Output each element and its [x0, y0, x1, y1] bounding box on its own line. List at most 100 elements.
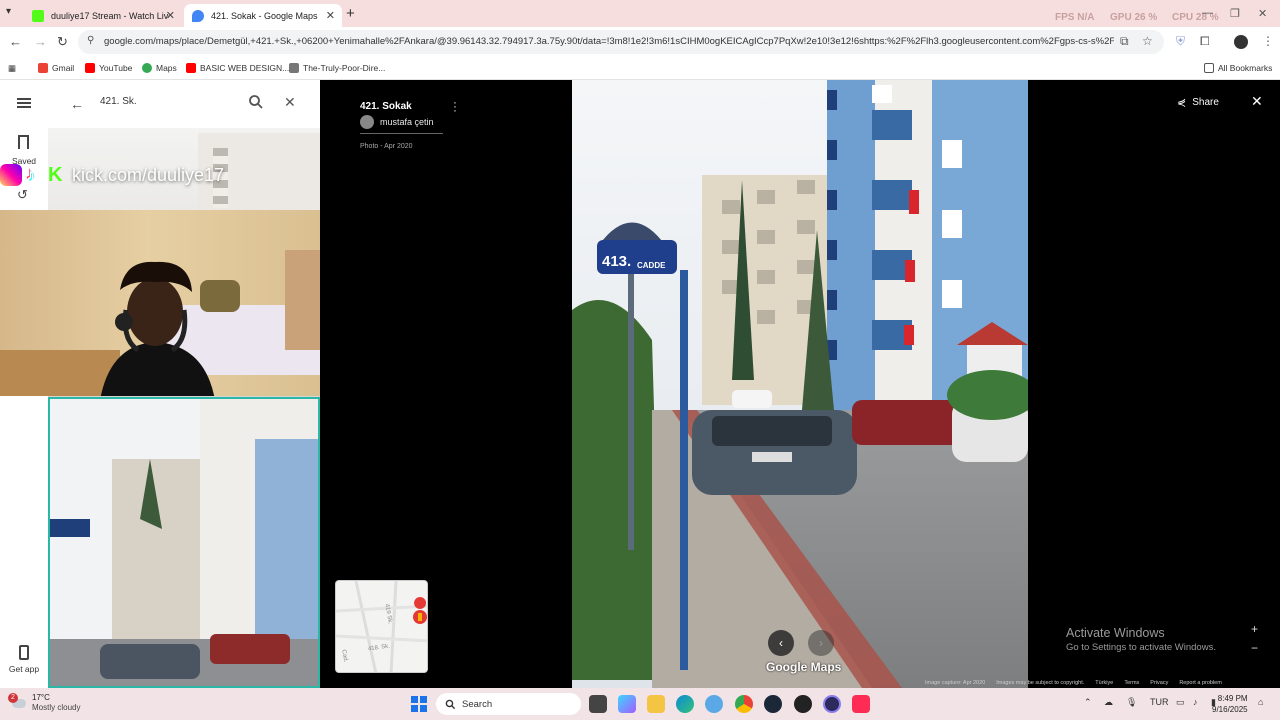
folder-page-icon: [289, 63, 299, 73]
search-icon[interactable]: [248, 94, 264, 110]
system-clock[interactable]: 8:49 PM 9/16/2025: [1212, 693, 1248, 715]
viewer-footer: Image capture: Apr 2020 Images may be su…: [925, 680, 1222, 686]
chrome-icon[interactable]: [735, 695, 753, 713]
menu-hamburger-icon[interactable]: [17, 98, 31, 108]
search-icon: [445, 699, 456, 709]
selected-photo-thumbnail[interactable]: [48, 397, 320, 688]
tab-kick-stream[interactable]: duuliye17 Stream - Watch Live ✕: [24, 4, 182, 27]
notifications-icon[interactable]: ⌂: [1258, 697, 1263, 707]
install-app-icon[interactable]: ⧉: [1120, 34, 1129, 49]
tiktok-app-icon[interactable]: [852, 695, 870, 713]
address-bar[interactable]: ⚲ google.com/maps/place/Demetgül,+421.+S…: [78, 30, 1164, 54]
weather-temp: 17°C: [32, 693, 50, 702]
weather-widget[interactable]: 2 17°C Mostly cloudy: [8, 693, 80, 713]
discord-icon[interactable]: [823, 695, 841, 713]
photo-nav: ‹ ›: [768, 630, 834, 656]
back-arrow-icon[interactable]: ←: [70, 96, 84, 112]
photo-author[interactable]: mustafa çetin: [360, 115, 434, 129]
zoom-controls: + −: [1251, 620, 1258, 658]
apps-grid-icon[interactable]: ▦: [8, 63, 16, 74]
language-indicator[interactable]: TUR: [1150, 697, 1169, 707]
share-button[interactable]: ⋞ Share: [1177, 96, 1219, 109]
restore-icon[interactable]: ❐: [1230, 7, 1240, 20]
windows-start-icon[interactable]: [411, 696, 427, 712]
network-app-icon[interactable]: [705, 695, 723, 713]
close-viewer-icon[interactable]: ✕: [1251, 93, 1263, 110]
bookmark-youtube[interactable]: YouTube: [85, 63, 132, 73]
bookmark-label: YouTube: [99, 63, 133, 73]
taskbar-search-placeholder: Search: [462, 698, 493, 710]
microphone-icon[interactable]: 🎙: [1126, 697, 1137, 708]
tray-overflow-icon[interactable]: ⌃: [1084, 697, 1092, 708]
footer-report-link[interactable]: Report a problem: [1179, 680, 1222, 686]
tab-search-icon[interactable]: ▾: [6, 6, 11, 17]
all-bookmarks[interactable]: All Bookmarks: [1204, 63, 1272, 73]
tiktok-icon: ♪: [26, 164, 35, 184]
zoom-in-button[interactable]: +: [1251, 620, 1258, 639]
onedrive-icon[interactable]: ☁: [1104, 697, 1113, 708]
tab-close-icon[interactable]: ✕: [166, 9, 175, 22]
minimize-icon[interactable]: —: [1202, 7, 1213, 19]
tab-strip: ▾ duuliye17 Stream - Watch Live ✕ 421. S…: [0, 0, 1280, 27]
reload-icon[interactable]: ↻: [57, 34, 68, 50]
bookmark-maps[interactable]: Maps: [142, 63, 177, 73]
profile-avatar[interactable]: [1234, 35, 1248, 49]
site-info-icon[interactable]: ⚲: [87, 35, 94, 46]
task-view-icon[interactable]: [589, 695, 607, 713]
gmail-icon: [38, 63, 48, 73]
url-text: google.com/maps/place/Demetgül,+421.+Sk.…: [104, 36, 1114, 47]
rail-get-app-label[interactable]: Get app: [0, 664, 48, 674]
photo-date: Photo - Apr 2020: [360, 143, 413, 150]
extension-shield-icon[interactable]: ⛨: [1176, 34, 1185, 49]
edge-icon[interactable]: [676, 695, 694, 713]
bookmark-label: Gmail: [52, 63, 75, 73]
obs-icon[interactable]: [794, 695, 812, 713]
search-input[interactable]: [100, 96, 240, 107]
steam-icon[interactable]: [764, 695, 782, 713]
bookmark-gmail[interactable]: Gmail: [38, 63, 74, 73]
file-explorer-icon[interactable]: [647, 695, 665, 713]
extensions-icon[interactable]: ⧠: [1200, 34, 1210, 49]
youtube-icon: [85, 63, 95, 73]
kick-channel-url: kick.com/duuliye17: [72, 165, 225, 185]
bookmark-label: The-Truly-Poor-Dire...: [303, 63, 386, 73]
footer-copyright: Images may be subject to copyright.: [996, 680, 1085, 686]
bookmark-basic-web-design[interactable]: BASIC WEB DESIGN...: [186, 63, 289, 73]
tab-google-maps[interactable]: 421. Sokak - Google Maps ✕: [184, 4, 342, 27]
windows-taskbar: 2 17°C Mostly cloudy Search ⌃ ☁ 🎙 TUR ▭ …: [0, 688, 1280, 720]
previous-photo-button[interactable]: ‹: [768, 630, 794, 656]
clock-date: 9/16/2025: [1212, 705, 1248, 714]
network-icon[interactable]: ▭: [1176, 697, 1185, 708]
back-icon[interactable]: ←: [9, 34, 22, 49]
phone-icon[interactable]: [19, 645, 29, 660]
bookmark-label: Maps: [156, 63, 177, 73]
volume-icon[interactable]: ♪: [1193, 697, 1198, 707]
next-photo-button[interactable]: ›: [808, 630, 834, 656]
kick-favicon-icon: [32, 9, 44, 22]
new-tab-button[interactable]: +: [346, 5, 355, 22]
clear-search-icon[interactable]: ✕: [284, 94, 296, 111]
streamer-figure: [100, 261, 215, 396]
bookmark-star-icon[interactable]: ☆: [1142, 34, 1153, 48]
share-icon: ⋞: [1177, 97, 1187, 109]
close-window-icon[interactable]: ✕: [1258, 7, 1267, 20]
tab-close-icon[interactable]: ✕: [326, 9, 335, 22]
bookmark-truly-poor[interactable]: The-Truly-Poor-Dire...: [289, 63, 385, 73]
location-minimap[interactable]: 419 Sk. 418. Sk. Cad.: [335, 580, 428, 673]
zoom-out-button[interactable]: −: [1251, 639, 1258, 658]
footer-capture-date: Image capture: Apr 2020: [925, 680, 986, 686]
bookmark-label: BASIC WEB DESIGN...: [200, 63, 290, 73]
author-avatar: [360, 115, 374, 129]
more-options-icon[interactable]: · · ·: [453, 96, 457, 116]
street-sign-name: CADDE: [637, 261, 666, 270]
street-photo[interactable]: 413. CADDE: [572, 80, 1028, 688]
taskbar-search[interactable]: Search: [436, 693, 581, 715]
forward-icon[interactable]: →: [34, 34, 47, 49]
more-menu-icon[interactable]: ⋮: [1262, 34, 1274, 48]
copilot-icon[interactable]: [618, 695, 636, 713]
footer-terms-link[interactable]: Terms: [1124, 680, 1139, 686]
footer-privacy-link[interactable]: Privacy: [1150, 680, 1168, 686]
clock-time: 8:49 PM: [1217, 694, 1248, 703]
footer-region-link[interactable]: Türkiye: [1095, 680, 1113, 686]
saved-bookmark-icon[interactable]: [18, 135, 29, 149]
